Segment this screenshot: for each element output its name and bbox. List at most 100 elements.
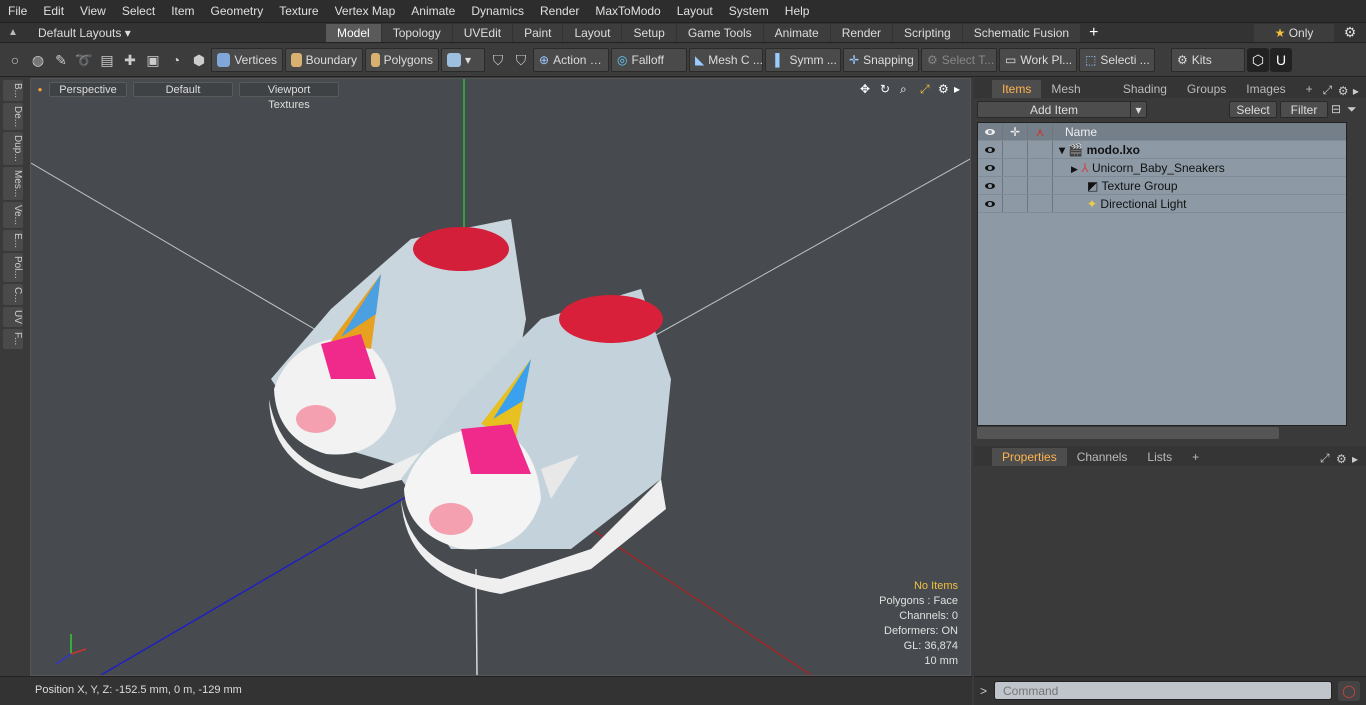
tab-properties[interactable]: Properties <box>992 448 1067 466</box>
viewport-textures-button[interactable]: Viewport Textures <box>239 81 339 111</box>
menu-geometry[interactable]: Geometry <box>203 0 272 22</box>
vtab-basic[interactable]: B... <box>3 80 23 102</box>
command-history-icon[interactable]: ◯ <box>1338 681 1360 701</box>
lock-header-icon[interactable]: ✛ <box>1003 123 1028 140</box>
item-list[interactable]: ✛ ⋏ Name ▾ 🎬 modo.lxo ▶ ⅄ Unicorn_Baby_S… <box>977 122 1347 426</box>
kits-button[interactable]: ⚙ Kits <box>1171 48 1245 72</box>
gear-icon[interactable]: ⚙ <box>1334 24 1366 41</box>
vtab-duplicate[interactable]: Dup... <box>3 132 23 165</box>
props-expand-icon[interactable]: ⤢ <box>1320 451 1336 466</box>
panel-arrow-icon[interactable]: ▸ <box>1353 84 1366 98</box>
menu-animate[interactable]: Animate <box>403 0 463 22</box>
mesh-constraint-button[interactable]: ◣ Mesh C ... <box>689 48 763 72</box>
symmetry-shield-icon[interactable]: ⛉ <box>510 48 532 72</box>
action-button[interactable]: ⊕ Action … <box>533 48 609 72</box>
pen-icon[interactable]: ✎ <box>50 48 72 72</box>
vtab-vertex[interactable]: Ve... <box>3 202 23 229</box>
tab-paint[interactable]: Paint <box>513 23 563 42</box>
only-toggle[interactable]: ★ Only <box>1254 23 1334 42</box>
filter-button[interactable]: Filter <box>1280 100 1328 118</box>
tab-mesh-ops[interactable]: Mesh Ops <box>1041 80 1113 114</box>
vtab-curve[interactable]: C... <box>3 283 23 306</box>
polygons-button[interactable]: Polygons <box>365 48 439 72</box>
eye-icon[interactable] <box>985 146 995 153</box>
tab-game-tools[interactable]: Game Tools <box>676 23 763 42</box>
menu-texture[interactable]: Texture <box>271 0 326 22</box>
3d-viewport[interactable]: ● Perspective Default Viewport Textures … <box>30 78 971 676</box>
shield-icon[interactable]: ⬢ <box>188 48 210 72</box>
tab-groups[interactable]: Groups <box>1177 80 1236 98</box>
collapse-icon[interactable]: ⊟ <box>1331 102 1347 116</box>
add-tab-icon[interactable]: + <box>1081 24 1106 42</box>
add-panel-tab-icon[interactable]: + <box>1296 80 1323 98</box>
zoom-view-icon[interactable]: ⌕ <box>900 82 920 97</box>
unreal-icon[interactable]: U <box>1270 48 1292 72</box>
vtab-polygon[interactable]: Pol... <box>3 253 23 282</box>
menu-view[interactable]: View <box>72 0 114 22</box>
menu-maxtomodo[interactable]: MaxToModo <box>587 0 668 22</box>
command-input[interactable] <box>994 681 1332 700</box>
lasso-icon[interactable]: ➰ <box>73 48 95 72</box>
item-list-scrollbar[interactable] <box>977 427 1279 439</box>
unity-icon[interactable]: ⬡ <box>1247 48 1269 72</box>
tab-schematic-fusion[interactable]: Schematic Fusion <box>962 23 1081 42</box>
item-row-mesh[interactable]: ▶ ⅄ Unicorn_Baby_Sneakers <box>978 159 1346 177</box>
add-props-tab-icon[interactable]: + <box>1182 448 1209 466</box>
vtab-fusion[interactable]: F... <box>3 329 23 349</box>
move-view-icon[interactable]: ✥ <box>860 82 880 96</box>
tab-layout[interactable]: Layout <box>563 23 622 42</box>
menu-dynamics[interactable]: Dynamics <box>463 0 532 22</box>
vtab-deform[interactable]: De... <box>3 103 23 131</box>
tab-setup[interactable]: Setup <box>622 23 676 42</box>
globe-icon[interactable]: ◍ <box>27 48 49 72</box>
collapse-arrow-icon[interactable]: ▶ <box>1071 164 1078 174</box>
eye-icon[interactable] <box>985 164 995 171</box>
item-row-scene[interactable]: ▾ 🎬 modo.lxo <box>978 141 1346 159</box>
eye-icon[interactable] <box>985 200 995 207</box>
name-column-header[interactable]: Name <box>1053 123 1097 140</box>
menu-render[interactable]: Render <box>532 0 587 22</box>
frame-icon[interactable]: ▣ <box>142 48 164 72</box>
vtab-uv[interactable]: UV <box>3 307 23 328</box>
maximize-view-icon[interactable]: ⤢ <box>920 82 938 97</box>
collapse-arrow-icon[interactable]: ▲ <box>0 27 26 38</box>
item-row-light[interactable]: ✦ Directional Light <box>978 195 1346 213</box>
funnel-icon[interactable]: ⏷ <box>1347 102 1363 117</box>
tab-topology[interactable]: Topology <box>381 23 452 42</box>
viewport-gear-icon[interactable]: ⚙ <box>938 82 954 96</box>
select-through-button[interactable]: ⚙ Select T... <box>921 48 997 72</box>
tab-scripting[interactable]: Scripting <box>893 23 962 42</box>
tab-channels[interactable]: Channels <box>1067 448 1138 466</box>
transform-icon[interactable]: ✚ <box>119 48 141 72</box>
tab-uvedit[interactable]: UVEdit <box>452 23 513 42</box>
menu-layout[interactable]: Layout <box>669 0 721 22</box>
layout-dropdown[interactable]: Default Layouts ▾ <box>26 26 326 40</box>
add-item-button[interactable]: Add Item ▾ <box>977 100 1147 118</box>
snapping-button[interactable]: ✛ Snapping <box>843 48 919 72</box>
eye-icon[interactable] <box>985 182 995 189</box>
vtab-edge[interactable]: E... <box>3 230 23 252</box>
falloff-shield-icon[interactable]: ⛉ <box>487 48 509 72</box>
symmetry-button[interactable]: ▐ Symm ... <box>765 48 841 72</box>
render-header-icon[interactable]: ⋏ <box>1028 123 1053 140</box>
menu-file[interactable]: File <box>0 0 35 22</box>
shading-default-button[interactable]: Default <box>133 81 233 97</box>
tab-images[interactable]: Images <box>1236 80 1295 98</box>
falloff-button[interactable]: ◎ Falloff <box>611 48 687 72</box>
timer-icon[interactable]: ◔ <box>165 48 187 72</box>
viewport-arrow-icon[interactable]: ▸ <box>954 82 970 96</box>
material-button[interactable]: ▾ <box>441 48 485 72</box>
item-row-texture-group[interactable]: ◩ Texture Group <box>978 177 1346 195</box>
panel-gear-icon[interactable]: ⚙ <box>1338 84 1353 98</box>
menu-item[interactable]: Item <box>163 0 202 22</box>
viewport-menu-dot-icon[interactable]: ● <box>31 85 49 94</box>
boundary-button[interactable]: Boundary <box>285 48 363 72</box>
menu-select[interactable]: Select <box>114 0 163 22</box>
vertices-button[interactable]: Vertices <box>211 48 283 72</box>
tab-model[interactable]: Model <box>326 23 381 42</box>
layers-icon[interactable]: ▤ <box>96 48 118 72</box>
panel-expand-icon[interactable]: ⤢ <box>1323 83 1338 98</box>
menu-edit[interactable]: Edit <box>35 0 72 22</box>
menu-help[interactable]: Help <box>777 0 818 22</box>
menu-vertex-map[interactable]: Vertex Map <box>327 0 404 22</box>
